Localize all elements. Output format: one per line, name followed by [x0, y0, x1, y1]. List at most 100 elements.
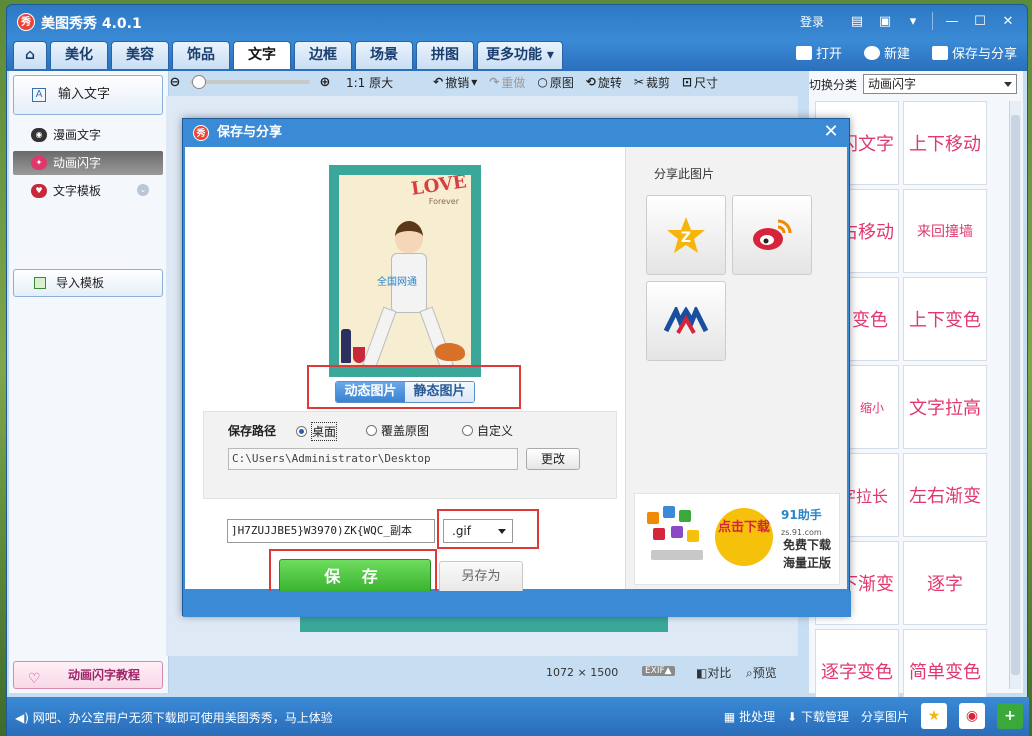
redo-label: 重做 [501, 75, 526, 90]
resize-button[interactable]: ⊡ 尺寸 [682, 74, 718, 91]
circle-icon: ○ [537, 75, 548, 89]
original-size-button[interactable]: 1:1 原大 [346, 74, 393, 91]
message-icon[interactable]: ▤ [844, 11, 870, 31]
import-template-button[interactable]: 导入模板 [13, 269, 163, 297]
expand-icon[interactable]: ⌄ [137, 184, 149, 196]
input-text-button[interactable]: A 输入文字 [13, 75, 163, 115]
tab-text[interactable]: 文字 [233, 41, 291, 69]
new-button[interactable]: 新建 [863, 43, 910, 62]
rotate-icon: ⟲ [585, 75, 596, 89]
redo-button[interactable]: ↷ 重做 [489, 74, 525, 91]
undo-button[interactable]: ↶ 撤销 ▾ [433, 74, 477, 91]
radio-overwrite[interactable]: 覆盖原图 [366, 422, 429, 439]
compare-button[interactable]: ◧对比 [696, 664, 731, 681]
tab-beautify[interactable]: 美化 [50, 41, 108, 69]
sidebar-item-comic-text[interactable]: ◉ 漫画文字 [13, 123, 163, 147]
batch-button[interactable]: ▦ 批处理 [724, 708, 775, 725]
zoom-slider[interactable] [190, 75, 310, 89]
promo-message[interactable]: ◀) 网吧、办公室用户无须下载即可使用美图秀秀，马上体验 [15, 709, 333, 726]
tab-beauty[interactable]: 美容 [111, 41, 169, 69]
dialog-title: 保存与分享 [217, 125, 283, 140]
sidebar-item-text-template[interactable]: ♥ 文字模板 ⌄ [13, 179, 163, 203]
ad-download-button[interactable]: 点击下载 [715, 508, 773, 566]
tab-border[interactable]: 边框 [294, 41, 352, 69]
sparkle-icon: ♡ [28, 671, 41, 687]
crop-button[interactable]: ✂ 裁剪 [634, 74, 670, 91]
tab-more[interactable]: 更多功能 ▾ [477, 41, 563, 69]
new-label: 新建 [883, 47, 910, 62]
radio-desktop[interactable]: 桌面 [296, 422, 338, 441]
heart-icon: ♥ [31, 184, 47, 198]
bottom-actions: ▦ 批处理 ⬇ 下载管理 分享图片 ★ ◉ + [724, 703, 1023, 729]
radio-dot [462, 425, 473, 436]
radio-custom[interactable]: 自定义 [462, 422, 513, 439]
chevron-down-icon[interactable]: ▾ [471, 75, 477, 89]
effect-tile[interactable]: 文字拉高 [903, 365, 987, 449]
plus-icon [863, 45, 880, 60]
static-image-button[interactable]: 静态图片 [405, 382, 474, 402]
preview-label: 预览 [752, 666, 777, 680]
effects-scrollbar[interactable] [1009, 101, 1021, 689]
share-qzone-button[interactable]: Z [646, 195, 726, 275]
save-as-button[interactable]: 另存为 [439, 561, 523, 593]
input-text-label: 输入文字 [58, 87, 111, 102]
share-weibo-button[interactable] [732, 195, 812, 275]
tab-collage[interactable]: 拼图 [416, 41, 474, 69]
rotate-button[interactable]: ⟲ 旋转 [586, 74, 622, 91]
animated-image-button[interactable]: 动态图片 [336, 382, 405, 402]
editing-toolbar: ⊖ ⊕ 1:1 原大 ↶ 撤销 ▾ ↷ 重做 ○ 原图 ⟲ 旋转 ✂ 裁剪 ⊡ 尺寸 [166, 70, 798, 94]
close-icon[interactable]: ✕ [995, 11, 1021, 31]
sidebar-item-animated-text[interactable]: ✦ 动画闪字 [13, 151, 163, 175]
minimize-icon[interactable]: — [939, 11, 965, 31]
original-button[interactable]: ○ 原图 [537, 74, 574, 91]
weibo-share-icon[interactable]: ◉ [959, 703, 985, 729]
app-title: 美图秀秀 4.0.1 [41, 16, 142, 32]
promo-text: 网吧、办公室用户无须下载即可使用美图秀秀，马上体验 [32, 711, 333, 725]
zoom-out-icon[interactable]: ⊖ [166, 75, 184, 90]
scrollbar-thumb[interactable] [1011, 115, 1020, 675]
zoom-slider-knob[interactable] [192, 75, 207, 89]
change-path-button[interactable]: 更改 [526, 448, 580, 470]
more-share-icon[interactable]: + [997, 703, 1023, 729]
qzone-share-icon[interactable]: ★ [921, 703, 947, 729]
home-tab[interactable]: ⌂ [13, 41, 47, 69]
ad-line1: 免费下载 [783, 538, 832, 552]
open-button[interactable]: 打开 [795, 43, 842, 62]
login-link[interactable]: 登录 [800, 13, 824, 30]
save-share-button[interactable]: 保存与分享 [931, 43, 1017, 62]
effect-tile[interactable]: 上下变色 [903, 277, 987, 361]
ad-brand: 91助手 [781, 508, 822, 522]
sidebar-item-label: 动画闪字 [53, 156, 102, 170]
zoom-in-icon[interactable]: ⊕ [316, 75, 334, 90]
preview-button[interactable]: ⌕预览 [746, 664, 777, 681]
redo-icon: ↷ [489, 75, 500, 89]
figure-head [395, 221, 423, 253]
dialog-body: LOVE Forever 全国网通 动态图片 静态图片 保存路径 桌面 覆盖原图… [185, 147, 847, 613]
exif-button[interactable]: EXIF▲ [642, 666, 675, 676]
download-manager-button[interactable]: ⬇ 下载管理 [787, 708, 849, 725]
tutorial-button[interactable]: ♡ 动画闪字教程 [13, 661, 163, 689]
radio-label: 桌面 [311, 422, 338, 441]
effect-tile[interactable]: 左右渐变 [903, 453, 987, 537]
batch-label: 批处理 [739, 709, 776, 724]
main-tabs: ⌂ 美化 美容 饰品 文字 边框 场景 拼图 更多功能 ▾ [13, 39, 563, 69]
share-renren-button[interactable] [646, 281, 726, 361]
skin-icon[interactable]: ▾ [900, 11, 926, 31]
effect-tile[interactable]: 上下移动 [903, 101, 987, 185]
ad-line2: 海量正版 [783, 556, 832, 570]
ad-banner[interactable]: 点击下载 91助手 zs.91.com 免费下载 海量正版 [634, 493, 840, 585]
save-path-field[interactable]: C:\Users\Administrator\Desktop [228, 448, 518, 470]
effect-tile[interactable]: 来回撞墙 [903, 189, 987, 273]
tab-scene[interactable]: 场景 [355, 41, 413, 69]
tab-accessories[interactable]: 饰品 [172, 41, 230, 69]
feedback-icon[interactable]: ▣ [872, 11, 898, 31]
open-label: 打开 [815, 47, 842, 62]
filename-field[interactable]: ]H7ZUJJBE5}W3970)ZK{WQC_副本 [227, 519, 435, 543]
maximize-icon[interactable]: ☐ [967, 11, 993, 31]
canvas-image-edge [300, 616, 668, 632]
category-select[interactable]: 动画闪字 [863, 74, 1018, 94]
dialog-close-icon[interactable]: ✕ [821, 122, 841, 142]
download-manager-label: 下载管理 [800, 709, 849, 724]
effect-tile[interactable]: 逐字 [903, 541, 987, 625]
category-label: 切换分类 [809, 77, 858, 92]
